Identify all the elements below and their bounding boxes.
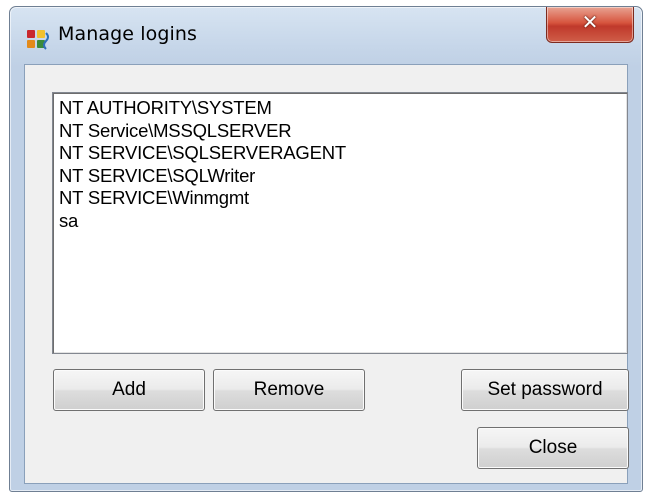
set-password-button[interactable]: Set password — [461, 369, 629, 411]
logins-listbox[interactable]: NT AUTHORITY\SYSTEM NT Service\MSSQLSERVE… — [52, 92, 628, 354]
title-bar[interactable]: Manage logins ✕ — [10, 7, 642, 63]
close-icon: ✕ — [581, 10, 599, 34]
login-list-item[interactable]: NT SERVICE\SQLSERVERAGENT — [59, 142, 621, 165]
login-list-item[interactable]: NT SERVICE\SQLWriter — [59, 165, 621, 188]
login-list-item[interactable]: NT AUTHORITY\SYSTEM — [59, 97, 621, 120]
manage-logins-dialog: Manage logins ✕ NT AUTHORITY\SYSTEM NT Se… — [9, 6, 643, 492]
login-list-item[interactable]: NT Service\MSSQLSERVER — [59, 120, 621, 143]
dialog-client-area: NT AUTHORITY\SYSTEM NT Service\MSSQLSERVE… — [24, 64, 629, 484]
close-button[interactable]: Close — [477, 427, 629, 469]
login-list-item[interactable]: sa — [59, 210, 621, 233]
sql-server-icon — [26, 27, 52, 51]
add-button[interactable]: Add — [53, 369, 205, 411]
remove-button[interactable]: Remove — [213, 369, 365, 411]
window-title: Manage logins — [58, 23, 197, 45]
login-list-item[interactable]: NT SERVICE\Winmgmt — [59, 187, 621, 210]
close-window-button[interactable]: ✕ — [546, 7, 634, 43]
